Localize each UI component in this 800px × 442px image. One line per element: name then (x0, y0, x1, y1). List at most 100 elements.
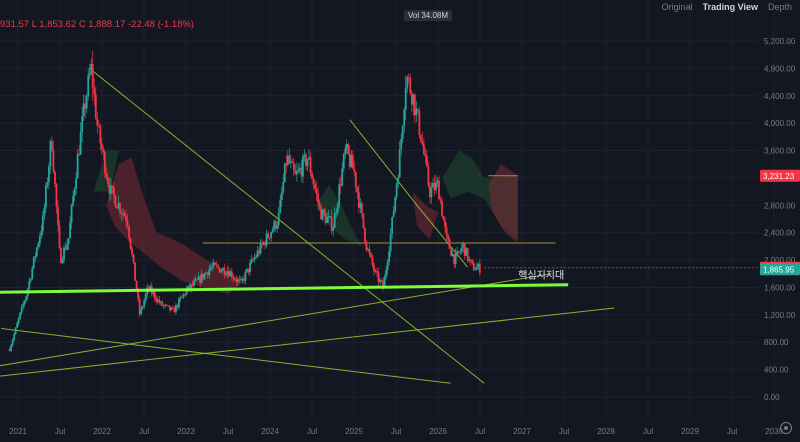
candle (474, 269, 477, 271)
candle (354, 172, 357, 188)
x-tick-label: 2022 (93, 427, 111, 436)
candle (427, 166, 430, 186)
candle (404, 87, 407, 110)
candle (220, 270, 223, 273)
ohlc-readout: 931.57 L 1,853.62 C 1,888.17 -22.48 (-1.… (0, 19, 195, 30)
candle (407, 77, 410, 79)
candle (232, 277, 235, 279)
candle (397, 177, 400, 185)
candle (76, 153, 79, 179)
y-tick-label: 4,800.00 (764, 64, 796, 73)
x-tick-label: 2023 (177, 427, 195, 436)
candle (35, 247, 38, 257)
candle (181, 296, 183, 298)
tab-trading-view[interactable]: Trading View (703, 2, 758, 12)
tab-original[interactable]: Original (662, 2, 693, 12)
candle (14, 327, 17, 335)
candle (244, 271, 247, 281)
candle (88, 73, 91, 76)
candle (347, 143, 350, 155)
candle (114, 195, 117, 208)
candle (16, 323, 19, 328)
candle (111, 185, 114, 188)
candle (23, 300, 26, 305)
candle (44, 185, 47, 208)
candle (279, 199, 282, 213)
candle (297, 169, 300, 172)
candle (424, 154, 427, 157)
y-tick-label: 400.00 (764, 366, 789, 375)
candle (66, 244, 68, 250)
candle (255, 256, 257, 258)
candle (292, 162, 295, 171)
candle (144, 294, 147, 301)
candle (351, 155, 354, 169)
candle (430, 187, 433, 198)
candle (267, 233, 270, 238)
candle (61, 259, 64, 264)
candle (43, 207, 46, 216)
candle (123, 213, 126, 217)
candle (215, 264, 218, 266)
candle (466, 248, 469, 261)
candle (75, 178, 78, 189)
price-chart[interactable]: 핵심지지대0.00400.00800.001,200.001,600.002,0… (0, 0, 800, 442)
candle (395, 184, 398, 198)
candle (19, 312, 22, 319)
candle (230, 271, 233, 278)
candle (179, 297, 182, 299)
y-tick-label: 3,600.00 (764, 147, 796, 156)
candle (454, 253, 457, 264)
candle (54, 171, 56, 184)
candle (32, 256, 35, 268)
candle (52, 150, 55, 172)
candle (153, 292, 156, 299)
candle (129, 238, 132, 249)
candle (317, 193, 319, 203)
candle (22, 304, 25, 307)
candle (421, 141, 424, 145)
tab-depth[interactable]: Depth (768, 2, 792, 12)
candle (368, 248, 371, 254)
candle (438, 180, 440, 200)
y-tick-label: 2,400.00 (764, 229, 796, 238)
candle (223, 267, 226, 275)
candle (342, 154, 345, 169)
candle (259, 242, 262, 254)
candle (309, 157, 312, 173)
x-tick-label: Jul (223, 427, 233, 436)
candle (389, 233, 392, 252)
candle (394, 197, 397, 212)
x-tick-label: 2027 (513, 427, 531, 436)
x-tick-label: Jul (307, 427, 317, 436)
x-tick-label: Jul (391, 427, 401, 436)
x-tick-label: Jul (475, 427, 485, 436)
candle (249, 262, 251, 273)
candle (209, 267, 212, 270)
candle (224, 274, 227, 276)
candle (38, 236, 41, 244)
candle (40, 230, 43, 237)
candle (128, 226, 130, 239)
x-tick-label: 2024 (261, 427, 279, 436)
candle (48, 166, 50, 183)
candle (17, 318, 20, 324)
candle (132, 254, 135, 263)
x-tick-label: Jul (727, 427, 737, 436)
y-tick-label: 0.00 (764, 393, 780, 402)
settings-icon[interactable] (780, 422, 792, 434)
candle (362, 213, 365, 228)
candle (338, 184, 341, 205)
y-tick-label: 4,000.00 (764, 119, 796, 128)
candle (113, 187, 115, 196)
candle (72, 196, 75, 205)
x-tick-label: 2026 (429, 427, 447, 436)
y-tick-label: 4,400.00 (764, 92, 796, 101)
candle (315, 188, 318, 194)
candle (131, 248, 133, 255)
price-badge-label: 3,231.23 (763, 172, 795, 181)
candle (100, 143, 103, 150)
candle (376, 271, 378, 273)
candle (365, 241, 368, 250)
candle (409, 78, 412, 93)
